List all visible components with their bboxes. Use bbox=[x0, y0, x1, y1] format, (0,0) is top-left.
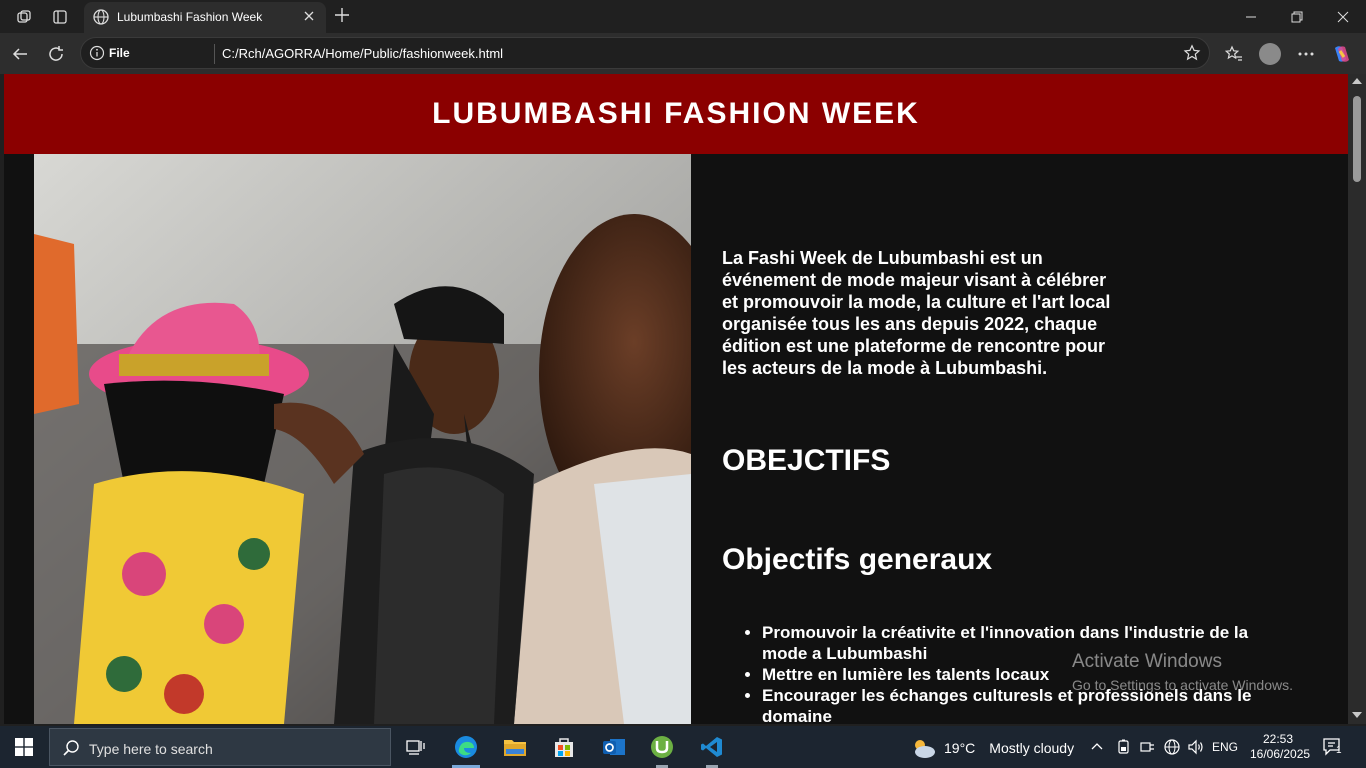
minimize-icon[interactable] bbox=[1228, 0, 1274, 33]
speaker-icon[interactable] bbox=[1187, 738, 1205, 759]
vscode-icon[interactable] bbox=[688, 726, 736, 768]
clock-date: 16/06/2025 bbox=[1250, 747, 1311, 761]
intro-paragraph: La Fashi Week de Lubumbashi est un événe… bbox=[722, 248, 1111, 378]
profile-avatar[interactable] bbox=[1258, 42, 1282, 66]
windows-taskbar: Type here to search 19°C Mostly cloudy E… bbox=[0, 726, 1366, 768]
show-hidden-icons-icon[interactable] bbox=[1090, 739, 1104, 756]
refresh-icon[interactable] bbox=[44, 42, 68, 66]
task-view-icon[interactable] bbox=[392, 726, 440, 768]
cloudy-icon bbox=[915, 740, 935, 758]
edge-taskbar-icon[interactable] bbox=[442, 726, 490, 768]
scroll-up-icon[interactable] bbox=[1352, 78, 1362, 84]
utorrent-icon[interactable] bbox=[638, 726, 686, 768]
file-explorer-icon[interactable] bbox=[491, 726, 539, 768]
outlook-icon[interactable] bbox=[590, 726, 638, 768]
close-window-icon[interactable] bbox=[1320, 0, 1366, 33]
favorites-icon[interactable] bbox=[1222, 42, 1246, 66]
windows-logo-icon bbox=[15, 738, 33, 756]
info-icon[interactable] bbox=[89, 45, 105, 66]
page-scrollbar[interactable] bbox=[1348, 74, 1366, 724]
general-objectives-heading: Objectifs generaux bbox=[722, 543, 993, 576]
scrollbar-thumb[interactable] bbox=[1353, 96, 1361, 182]
notifications-icon[interactable]: 1 bbox=[1322, 736, 1344, 761]
input-language[interactable]: ENG bbox=[1212, 740, 1238, 754]
url-text[interactable]: C:/Rch/AGORRA/Home/Public/fashionweek.ht… bbox=[222, 46, 503, 61]
more-options-icon[interactable] bbox=[1294, 42, 1318, 66]
weather-desc: Mostly cloudy bbox=[989, 740, 1075, 756]
search-icon bbox=[62, 739, 80, 762]
back-arrow-icon[interactable] bbox=[8, 42, 32, 66]
copilot-icon[interactable] bbox=[1330, 42, 1354, 66]
address-bar[interactable]: File C:/Rch/AGORRA/Home/Public/fashionwe… bbox=[80, 37, 1210, 69]
page-title: LUBUMBASHI FASHION WEEK bbox=[432, 97, 920, 130]
browser-toolbar: File C:/Rch/AGORRA/Home/Public/fashionwe… bbox=[0, 33, 1366, 74]
activate-windows-watermark: Activate Windows Go to Settings to activ… bbox=[1072, 651, 1293, 693]
address-divider bbox=[214, 44, 215, 64]
globe-icon bbox=[92, 8, 110, 31]
microsoft-store-icon[interactable] bbox=[540, 726, 588, 768]
search-placeholder: Type here to search bbox=[89, 741, 213, 757]
favorite-star-icon[interactable] bbox=[1183, 44, 1201, 67]
watermark-title: Activate Windows bbox=[1072, 651, 1222, 672]
page-viewport: LUBUMBASHI FASHION WEEK La Fashi Week de… bbox=[4, 74, 1348, 724]
network-globe-icon[interactable] bbox=[1163, 738, 1181, 759]
weather-widget[interactable]: 19°C Mostly cloudy bbox=[910, 736, 1074, 760]
restore-icon[interactable] bbox=[1274, 0, 1320, 33]
taskbar-clock[interactable]: 22:53 16/06/2025 bbox=[1250, 732, 1311, 762]
close-tab-icon[interactable] bbox=[302, 9, 316, 28]
notification-count: 1 bbox=[1336, 745, 1342, 756]
watermark-subtitle: Go to Settings to activate Windows. bbox=[1072, 677, 1293, 693]
hero-photo bbox=[34, 154, 691, 724]
clock-time: 22:53 bbox=[1262, 732, 1294, 746]
workspaces-icon[interactable] bbox=[13, 6, 35, 28]
weather-temp: 19°C bbox=[944, 740, 976, 756]
new-tab-icon[interactable] bbox=[332, 5, 352, 30]
tab-actions-icon[interactable] bbox=[49, 6, 71, 28]
objectives-heading: OBEJCTIFS bbox=[722, 444, 891, 477]
power-plug-icon[interactable] bbox=[1140, 739, 1156, 758]
scroll-down-icon[interactable] bbox=[1352, 712, 1362, 718]
tab-active[interactable]: Lubumbashi Fashion Week bbox=[84, 2, 326, 33]
address-scheme-label: File bbox=[109, 46, 130, 60]
taskbar-search-box[interactable]: Type here to search bbox=[49, 728, 391, 766]
battery-icon[interactable] bbox=[1116, 739, 1132, 758]
browser-tab-bar: Lubumbashi Fashion Week bbox=[0, 0, 1366, 33]
tab-title: Lubumbashi Fashion Week bbox=[117, 10, 263, 24]
site-header: LUBUMBASHI FASHION WEEK bbox=[4, 74, 1348, 154]
start-button[interactable] bbox=[0, 726, 48, 768]
